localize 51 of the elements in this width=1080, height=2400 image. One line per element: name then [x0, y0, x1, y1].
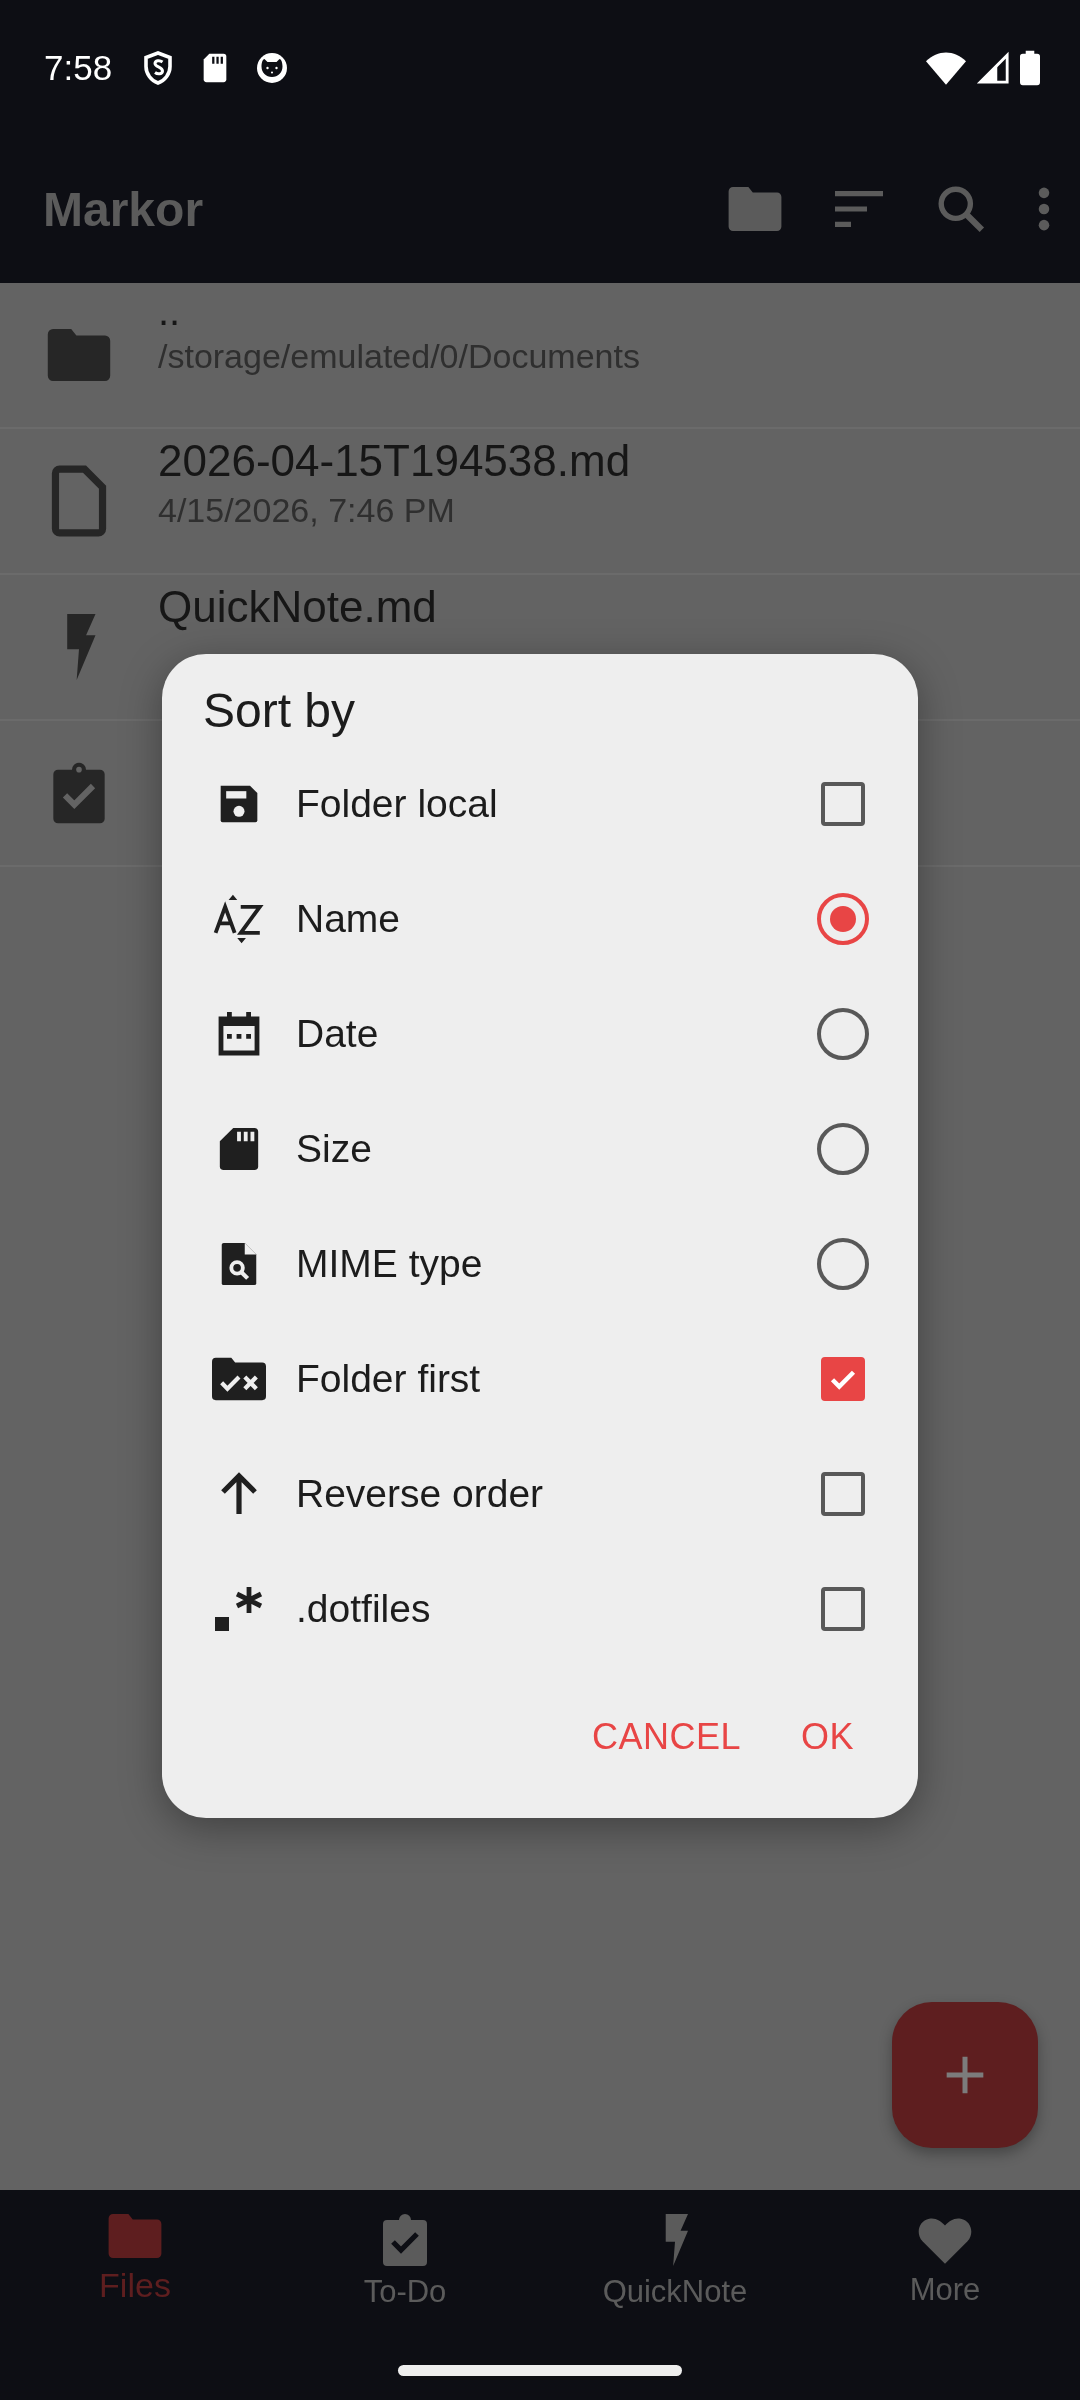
checkbox[interactable]: [821, 781, 865, 826]
clipboard-check-icon: [51, 762, 107, 824]
file-name: ..: [158, 289, 182, 333]
option-label: Folder local: [296, 781, 499, 826]
radio-button[interactable]: [817, 1122, 869, 1175]
sort-option[interactable]: Folder local: [162, 746, 918, 861]
checkbox[interactable]: [821, 1356, 865, 1401]
option-label: Date: [296, 1011, 380, 1056]
file-name: 2026-04-15T194538.md: [158, 435, 631, 487]
option-label: .dotfiles: [296, 1586, 432, 1631]
option-label: Name: [296, 896, 402, 941]
add-button[interactable]: [892, 2002, 1038, 2148]
sort-option[interactable]: Name: [162, 861, 918, 976]
plus-icon: [945, 2055, 985, 2095]
option-label: Reverse order: [296, 1471, 545, 1516]
sort-option[interactable]: MIME type: [162, 1206, 918, 1321]
sort-option[interactable]: Size: [162, 1091, 918, 1206]
clipboard-check-icon: [381, 2214, 429, 2266]
option-label: Size: [296, 1126, 373, 1171]
app-title: Markor: [43, 181, 204, 237]
option-label: MIME type: [296, 1241, 484, 1286]
ok-button[interactable]: OK: [777, 1696, 878, 1778]
more-options-icon[interactable]: [1038, 187, 1050, 231]
radio-button[interactable]: [817, 892, 869, 945]
folder-check-cross-icon: [212, 1356, 266, 1401]
clock-time: 7:58: [44, 47, 113, 88]
cancel-button[interactable]: CANCEL: [567, 1696, 765, 1778]
checkbox[interactable]: [821, 1586, 865, 1631]
sort-option[interactable]: .dotfiles: [162, 1551, 918, 1666]
folder-icon[interactable]: [728, 187, 782, 231]
option-label: Folder first: [296, 1356, 482, 1401]
sort-alphabetical-icon: [213, 892, 265, 945]
sort-icon[interactable]: [834, 191, 884, 227]
sort-option[interactable]: Date: [162, 976, 918, 1091]
nav-tab[interactable]: To-Do: [270, 2214, 540, 2310]
folder-icon: [108, 2214, 162, 2258]
radio-button[interactable]: [817, 1237, 869, 1290]
folder-icon: [47, 329, 111, 381]
battery-icon: [1020, 49, 1040, 86]
signal-icon: [976, 50, 1010, 85]
nav-tab[interactable]: More: [810, 2214, 1080, 2308]
file-name: QuickNote.md: [158, 581, 437, 633]
checkbox[interactable]: [821, 1471, 865, 1516]
search-icon[interactable]: [936, 184, 986, 234]
document-icon: [50, 465, 108, 537]
wifi-icon: [926, 50, 966, 85]
dot-asterisk-icon: [213, 1584, 265, 1633]
radio-button[interactable]: [817, 1007, 869, 1060]
sort-option[interactable]: Folder first: [162, 1321, 918, 1436]
sort-option[interactable]: Reverse order: [162, 1436, 918, 1551]
nav-tab[interactable]: QuickNote: [540, 2214, 810, 2310]
